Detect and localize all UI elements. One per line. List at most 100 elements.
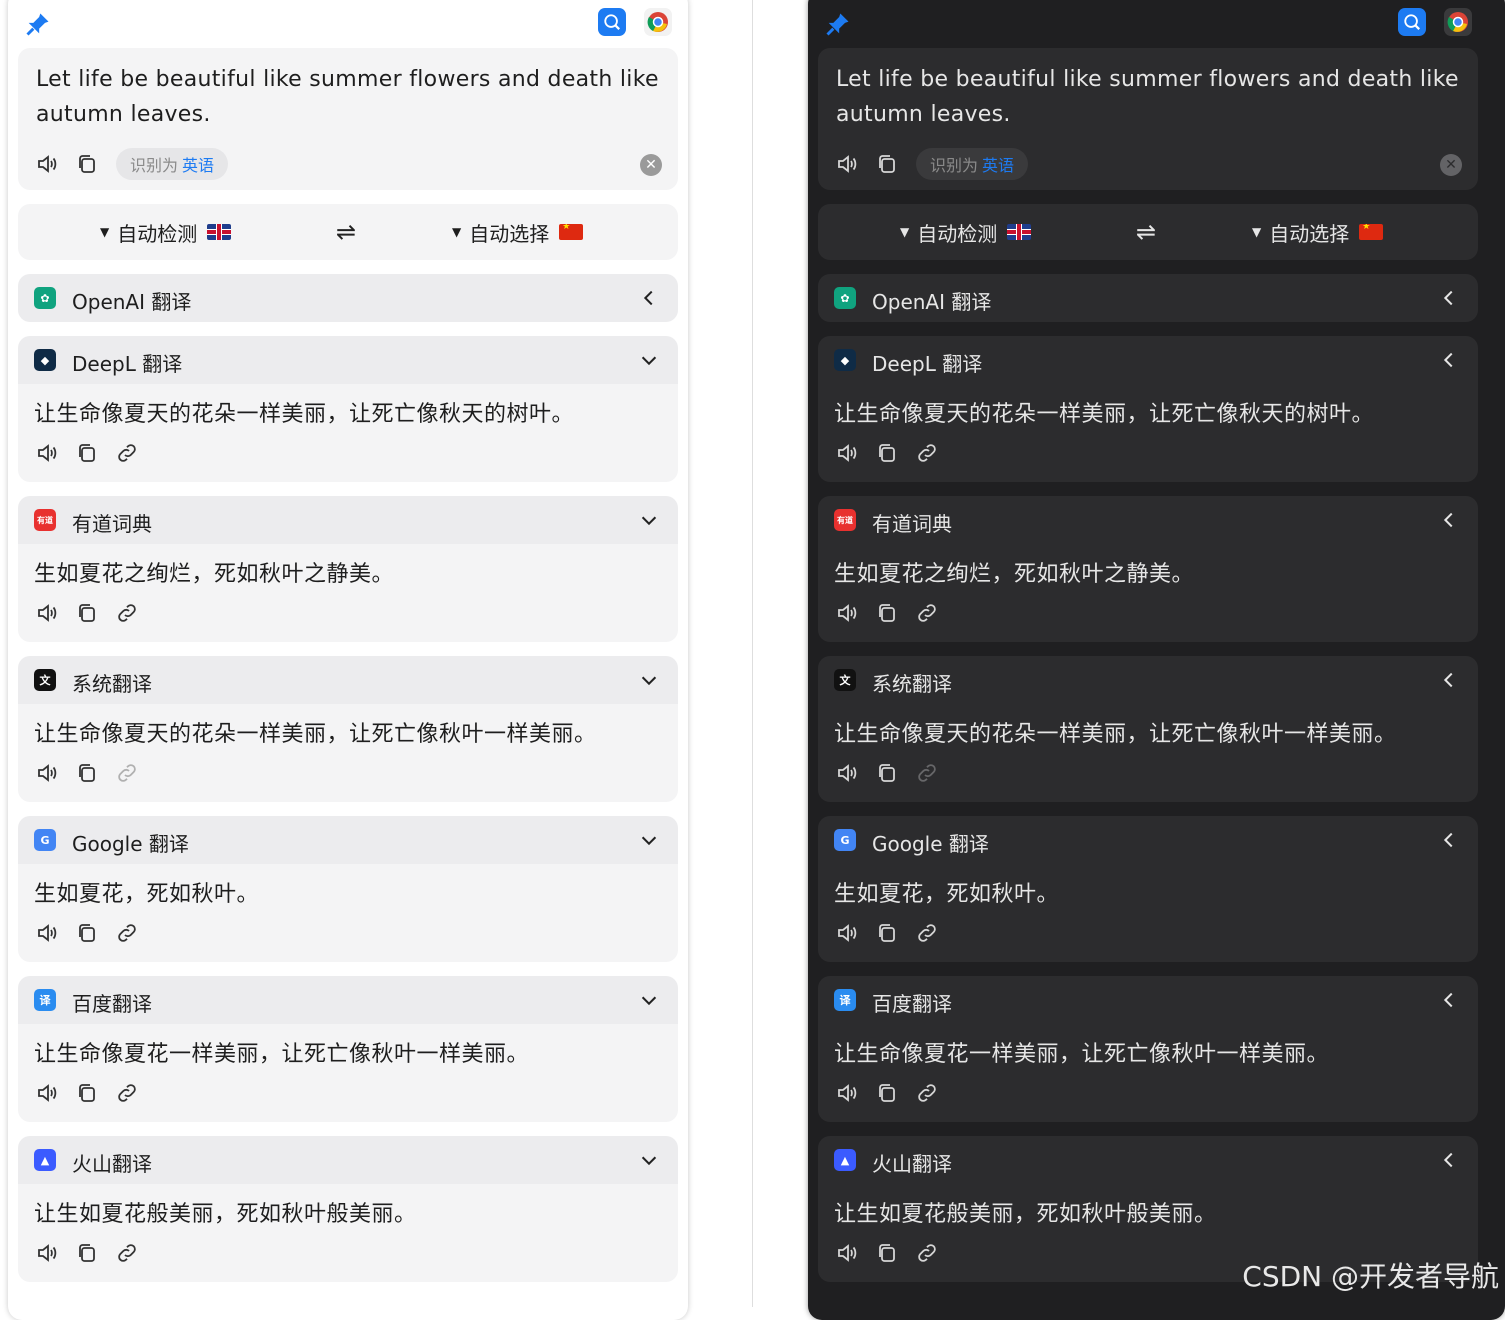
translation-text[interactable]: 让生命像夏花一样美丽，让死亡像秋叶一样美丽。 (34, 1036, 529, 1068)
translation-text[interactable]: 让生命像夏天的花朵一样美丽，让死亡像秋叶一样美丽。 (834, 716, 1397, 748)
speaker-icon[interactable] (834, 600, 860, 626)
chevron-down-icon[interactable] (638, 829, 660, 851)
link-icon[interactable] (914, 1080, 940, 1106)
service-header[interactable]: ✿ OpenAI 翻译 (18, 274, 678, 322)
target-language-select[interactable]: ▼ 自动选择 (1252, 204, 1384, 260)
link-icon[interactable] (914, 760, 940, 786)
link-icon[interactable] (114, 760, 140, 786)
speaker-icon[interactable] (34, 1240, 60, 1266)
copy-icon[interactable] (874, 440, 900, 466)
target-language-select[interactable]: ▼ 自动选择 (452, 204, 584, 260)
translation-text[interactable]: 让生命像夏天的花朵一样美丽，让死亡像秋叶一样美丽。 (34, 716, 597, 748)
chevron-left-icon[interactable] (1438, 287, 1460, 309)
pin-icon[interactable] (824, 10, 852, 38)
detected-language[interactable]: 英语 (182, 152, 214, 176)
link-icon[interactable] (914, 920, 940, 946)
copy-icon[interactable] (874, 600, 900, 626)
source-text-box[interactable]: Let life be beautiful like summer flower… (818, 48, 1478, 190)
speaker-icon[interactable] (834, 151, 860, 177)
translation-text[interactable]: 让生如夏花般美丽，死如秋叶般美丽。 (834, 1196, 1217, 1228)
chrome-icon[interactable] (1444, 8, 1472, 36)
copy-icon[interactable] (74, 440, 100, 466)
chevron-left-icon[interactable] (1438, 349, 1460, 371)
link-icon[interactable] (914, 440, 940, 466)
service-header[interactable]: ◆ DeepL 翻译 (18, 336, 678, 384)
service-header[interactable]: ✿ OpenAI 翻译 (818, 274, 1478, 322)
swap-icon[interactable]: ⇌ (336, 218, 356, 246)
source-text[interactable]: Let life be beautiful like summer flower… (836, 62, 1460, 132)
detected-language[interactable]: 英语 (982, 152, 1014, 176)
copy-icon[interactable] (74, 600, 100, 626)
copy-icon[interactable] (74, 151, 100, 177)
source-language-select[interactable]: ▼ 自动检测 (100, 204, 232, 260)
link-icon[interactable] (114, 440, 140, 466)
speaker-icon[interactable] (34, 600, 60, 626)
clear-icon[interactable]: ✕ (1440, 154, 1462, 176)
speaker-icon[interactable] (834, 1240, 860, 1266)
chevron-down-icon[interactable] (638, 669, 660, 691)
service-header[interactable]: 有道 有道词典 (18, 496, 678, 544)
bob-app-icon[interactable] (598, 8, 626, 36)
speaker-icon[interactable] (34, 760, 60, 786)
source-language-select[interactable]: ▼ 自动检测 (900, 204, 1032, 260)
service-header[interactable]: G Google 翻译 (818, 816, 1478, 864)
copy-icon[interactable] (874, 920, 900, 946)
chevron-left-icon[interactable] (1438, 1149, 1460, 1171)
speaker-icon[interactable] (834, 1080, 860, 1106)
speaker-icon[interactable] (34, 151, 60, 177)
swap-icon[interactable]: ⇌ (1136, 218, 1156, 246)
service-header[interactable]: 文系统翻译 (18, 656, 678, 704)
clear-icon[interactable]: ✕ (640, 154, 662, 176)
source-text-box[interactable]: Let life be beautiful like summer flower… (18, 48, 678, 190)
speaker-icon[interactable] (34, 920, 60, 946)
chevron-left-icon[interactable] (1438, 669, 1460, 691)
bob-app-icon[interactable] (1398, 8, 1426, 36)
chevron-down-icon[interactable] (638, 349, 660, 371)
speaker-icon[interactable] (834, 920, 860, 946)
link-icon[interactable] (114, 1240, 140, 1266)
translation-text[interactable]: 生如夏花之绚烂，死如秋叶之静美。 (834, 556, 1194, 588)
speaker-icon[interactable] (34, 1080, 60, 1106)
translation-text[interactable]: 生如夏花之绚烂，死如秋叶之静美。 (34, 556, 394, 588)
service-header[interactable]: ◆ DeepL 翻译 (818, 336, 1478, 384)
chevron-left-icon[interactable] (638, 287, 660, 309)
link-icon[interactable] (114, 600, 140, 626)
source-text[interactable]: Let life be beautiful like summer flower… (36, 62, 660, 132)
pin-icon[interactable] (24, 10, 52, 38)
service-header[interactable]: 文系统翻译 (818, 656, 1478, 704)
copy-icon[interactable] (74, 760, 100, 786)
link-icon[interactable] (114, 1080, 140, 1106)
copy-icon[interactable] (874, 151, 900, 177)
speaker-icon[interactable] (34, 440, 60, 466)
chevron-left-icon[interactable] (1438, 989, 1460, 1011)
translation-text[interactable]: 生如夏花，死如秋叶。 (834, 876, 1059, 908)
chevron-left-icon[interactable] (1438, 829, 1460, 851)
translation-text[interactable]: 让生命像夏花一样美丽，让死亡像秋叶一样美丽。 (834, 1036, 1329, 1068)
service-header[interactable]: 译百度翻译 (818, 976, 1478, 1024)
chevron-down-icon[interactable] (638, 1149, 660, 1171)
service-header[interactable]: 有道 有道词典 (818, 496, 1478, 544)
service-header[interactable]: G Google 翻译 (18, 816, 678, 864)
chevron-left-icon[interactable] (1438, 509, 1460, 531)
copy-icon[interactable] (874, 1080, 900, 1106)
service-header[interactable]: 译百度翻译 (18, 976, 678, 1024)
chevron-down-icon[interactable] (638, 989, 660, 1011)
link-icon[interactable] (114, 920, 140, 946)
copy-icon[interactable] (74, 1240, 100, 1266)
chrome-icon[interactable] (644, 8, 672, 36)
copy-icon[interactable] (74, 1080, 100, 1106)
speaker-icon[interactable] (834, 760, 860, 786)
translation-text[interactable]: 生如夏花，死如秋叶。 (34, 876, 259, 908)
chevron-down-icon[interactable] (638, 509, 660, 531)
translation-text[interactable]: 让生命像夏天的花朵一样美丽，让死亡像秋天的树叶。 (834, 396, 1374, 428)
link-icon[interactable] (914, 1240, 940, 1266)
translation-text[interactable]: 让生如夏花般美丽，死如秋叶般美丽。 (34, 1196, 417, 1228)
copy-icon[interactable] (874, 1240, 900, 1266)
service-header[interactable]: ▲ 火山翻译 (18, 1136, 678, 1184)
speaker-icon[interactable] (834, 440, 860, 466)
translation-text[interactable]: 让生命像夏天的花朵一样美丽，让死亡像秋天的树叶。 (34, 396, 574, 428)
copy-icon[interactable] (74, 920, 100, 946)
link-icon[interactable] (914, 600, 940, 626)
copy-icon[interactable] (874, 760, 900, 786)
service-header[interactable]: ▲ 火山翻译 (818, 1136, 1478, 1184)
